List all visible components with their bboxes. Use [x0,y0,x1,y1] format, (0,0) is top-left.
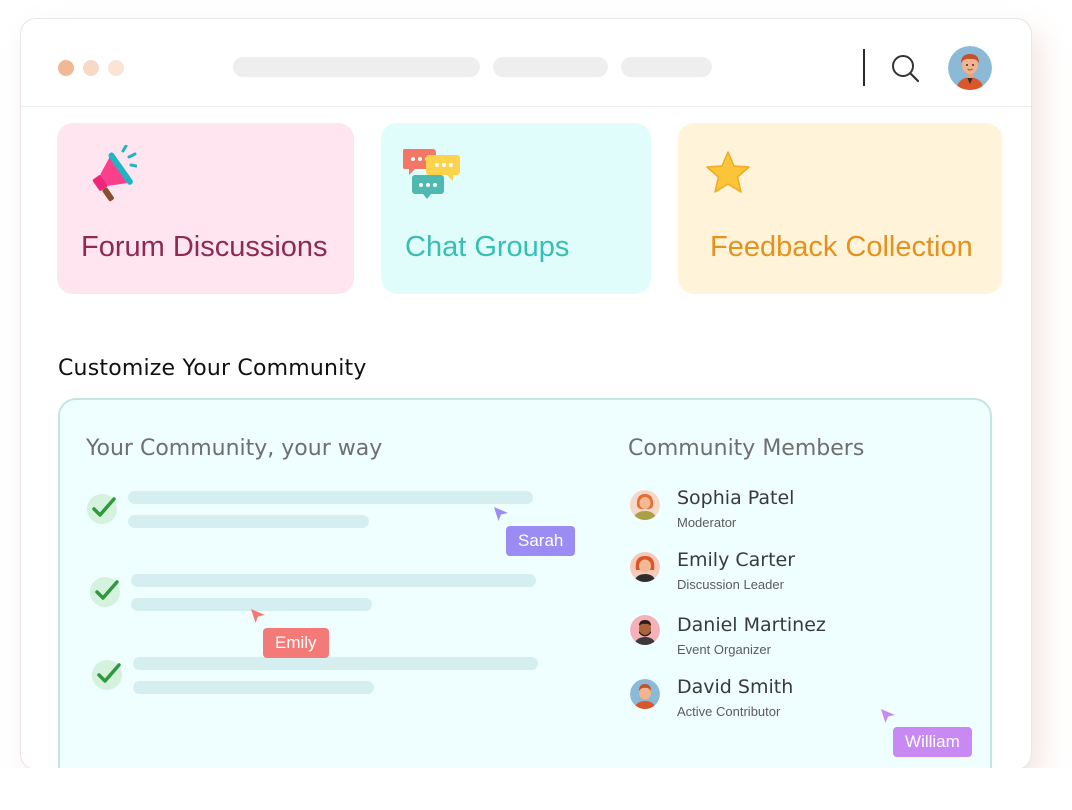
section-title: Customize Your Community [58,356,367,381]
check-icon[interactable] [87,494,117,524]
member-name: Emily Carter [677,549,796,571]
star-icon [704,149,752,202]
search-icon[interactable] [889,52,923,86]
line-placeholder [133,681,374,694]
cursor-arrow-icon [250,608,266,624]
member-role: Event Organizer [677,642,771,657]
feedback-collection-card[interactable]: Feedback Collection [678,123,1002,294]
window-dot-1[interactable] [58,60,74,76]
line-placeholder [133,657,538,670]
member-role: Discussion Leader [677,577,784,592]
window-dot-2[interactable] [83,60,99,76]
line-placeholder [128,515,369,528]
panel-left-title: Your Community, your way [86,436,383,461]
member-avatar-david[interactable] [630,679,660,709]
check-icon[interactable] [90,577,120,607]
cursor-label-sarah: Sarah [506,526,576,556]
member-name: Sophia Patel [677,487,795,509]
header-divider [863,49,865,86]
member-role: Moderator [677,515,737,530]
check-icon[interactable] [92,660,122,690]
line-placeholder [131,574,536,587]
chat-bubbles-icon [402,145,463,210]
nav-placeholder-3 [621,57,712,77]
member-avatar-daniel[interactable] [630,615,660,645]
feedback-collection-label: Feedback Collection [710,231,973,263]
member-name: David Smith [677,676,794,698]
nav-placeholder-2 [493,57,608,77]
forum-discussions-card[interactable]: Forum Discussions [57,123,354,294]
nav-placeholder-1 [233,57,480,77]
bottom-margin [0,768,1072,810]
member-role: Active Contributor [677,704,781,719]
panel-right-title: Community Members [628,436,865,461]
cursor-label-emily: Emily [263,628,329,658]
member-avatar-emily[interactable] [630,552,660,582]
title-bar [21,19,1031,107]
cursor-label-william: William [893,727,972,757]
chat-groups-label: Chat Groups [405,231,570,263]
cursor-arrow-icon [880,708,896,724]
user-avatar[interactable] [948,46,992,90]
line-placeholder [128,491,533,504]
chat-groups-card[interactable]: Chat Groups [381,123,651,294]
member-name: Daniel Martinez [677,614,826,636]
member-avatar-sophia[interactable] [630,490,660,520]
megaphone-icon [79,144,138,208]
forum-discussions-label: Forum Discussions [81,231,328,263]
cursor-arrow-icon [493,506,509,522]
window-dot-3[interactable] [108,60,124,76]
customize-panel: Your Community, your way Community Membe… [58,398,992,792]
